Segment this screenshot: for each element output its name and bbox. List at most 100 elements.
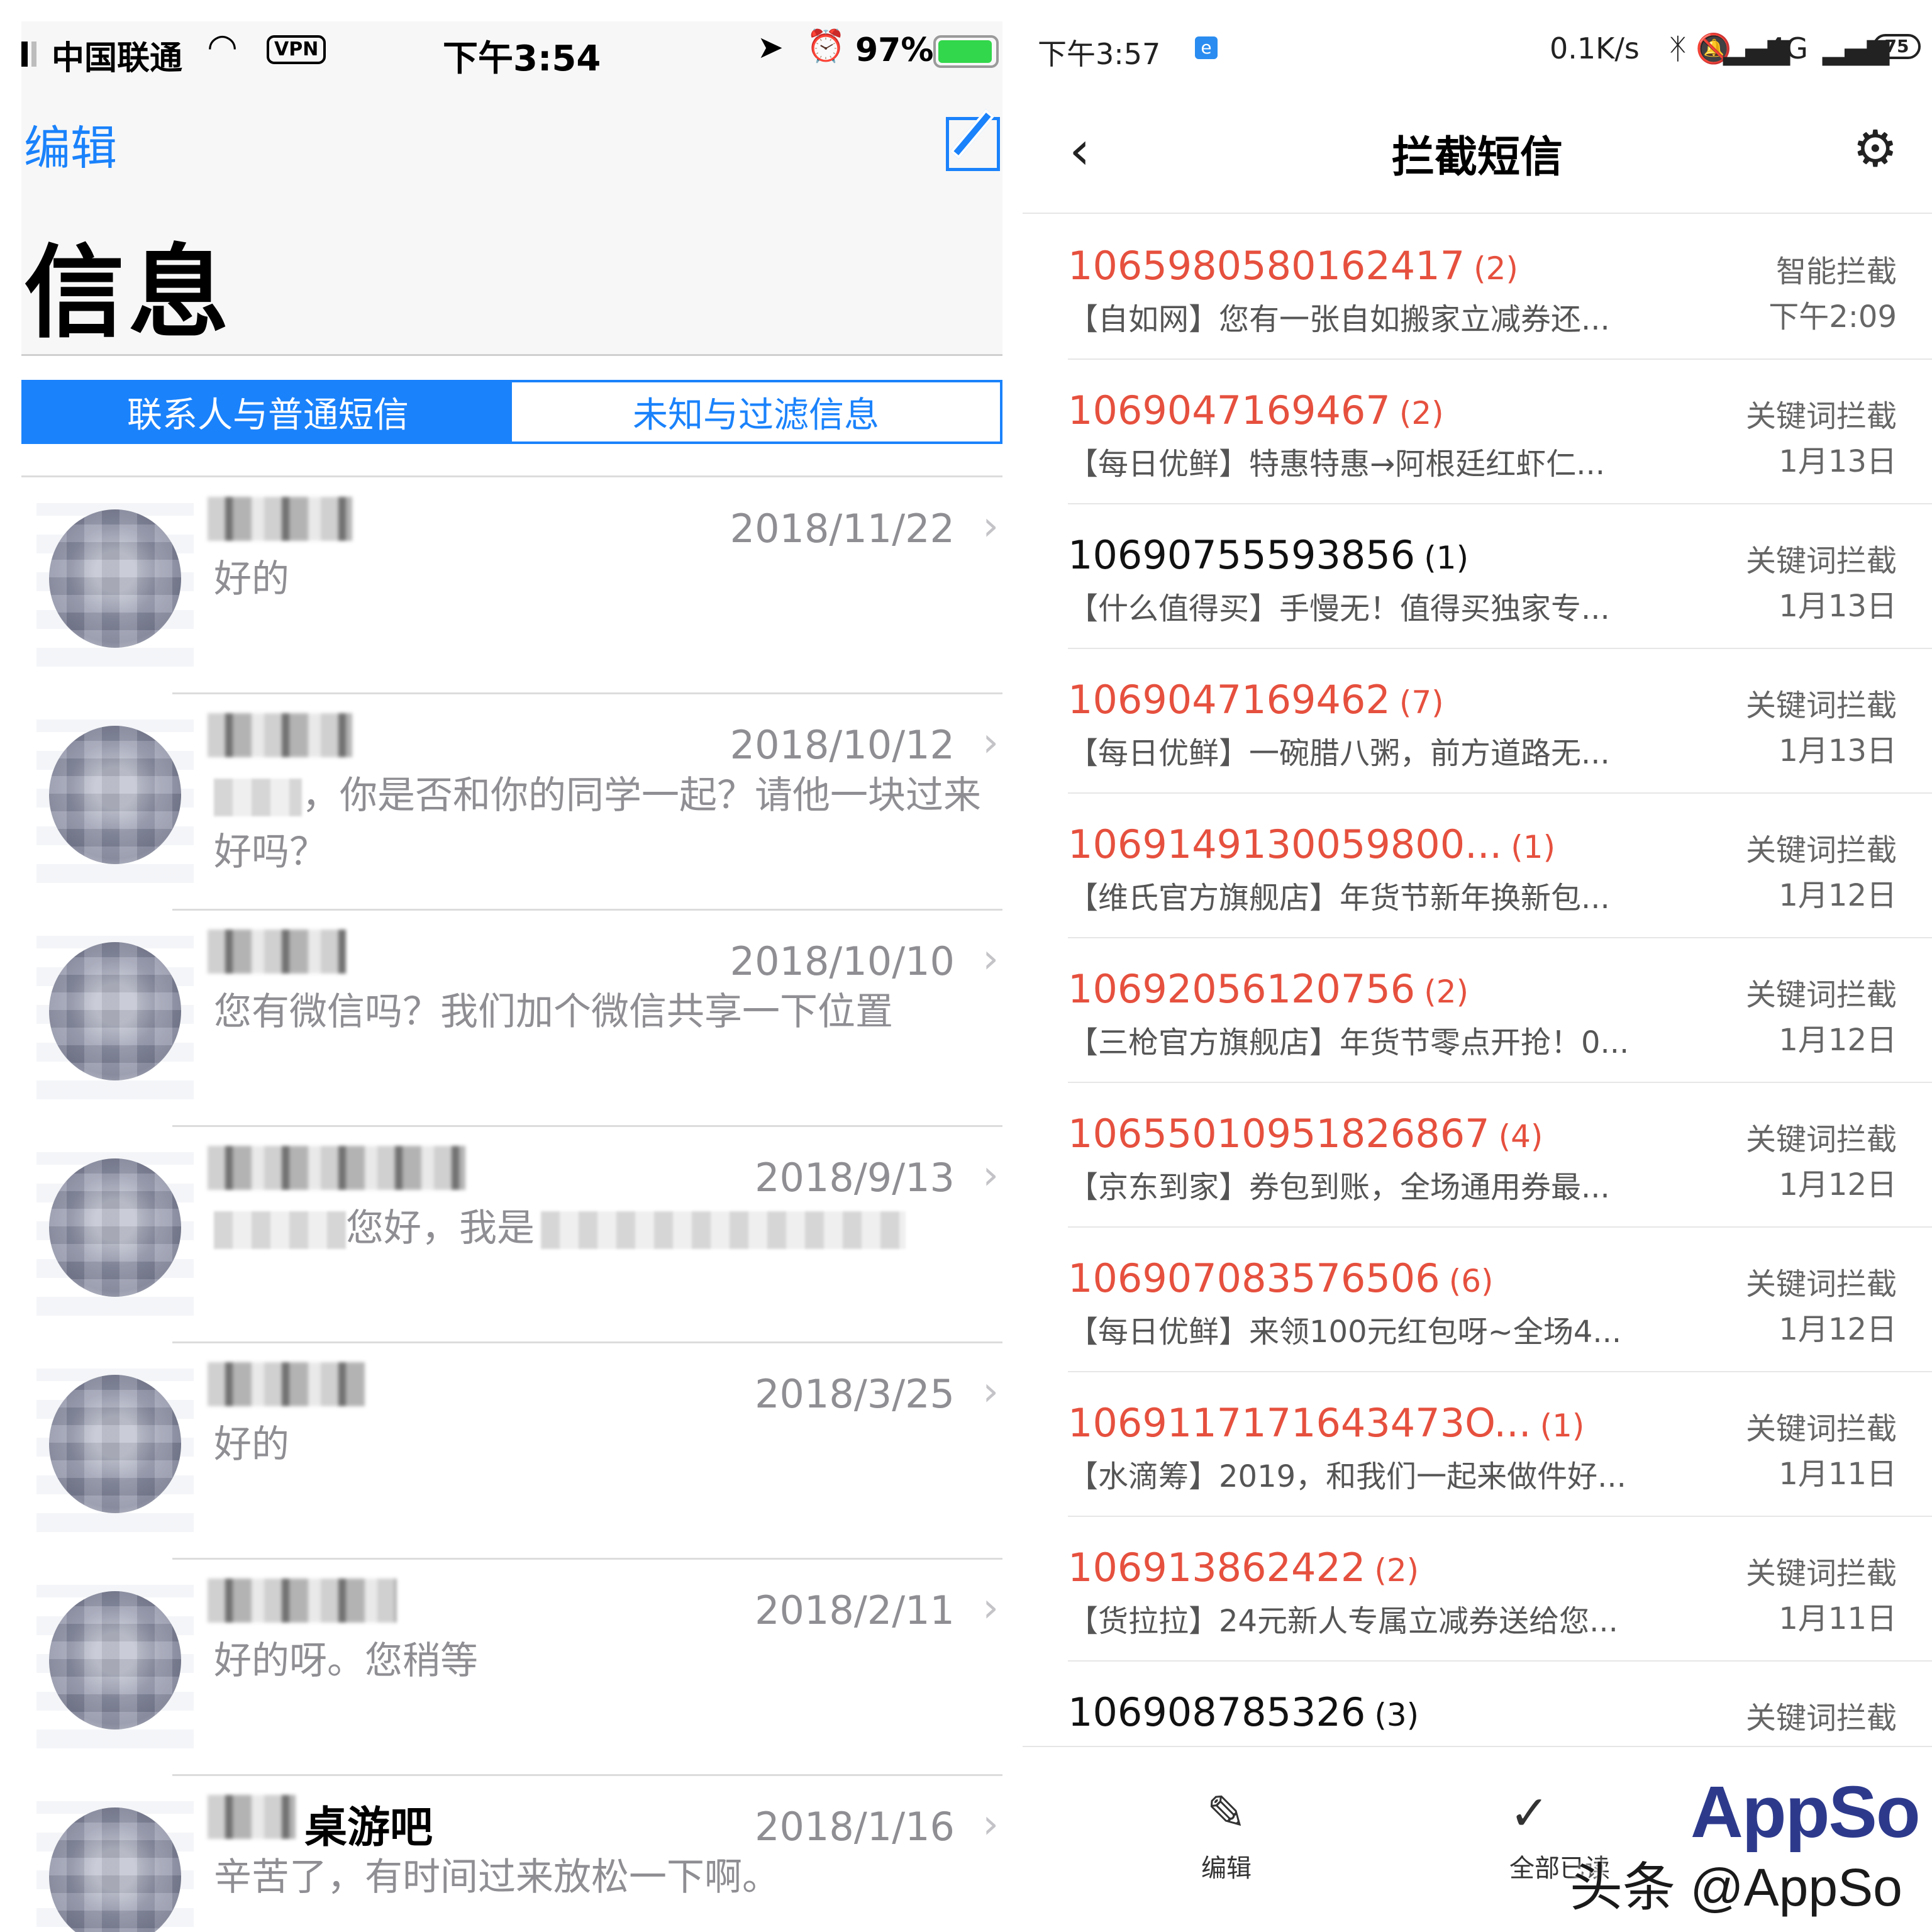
edit-button[interactable]: ✎ 编辑: [1182, 1785, 1270, 1884]
cell-signal-icon: [21, 42, 28, 67]
chevron-right-icon: ›: [982, 1585, 999, 1631]
received-time: 下午2:09: [1768, 299, 1897, 335]
sender-number-text: 106913862422: [1068, 1545, 1366, 1591]
redacted-contact-name: [208, 930, 346, 974]
net-speed: 0.1K/s: [1550, 31, 1640, 65]
message-snippet: 【每日优鲜】特惠特惠→阿根廷红虾仁...: [1068, 447, 1605, 482]
blocked-sms-item[interactable]: 10692056120756 (2) 【三枪官方旗舰店】年货节零点开抢！0... 关键…: [1068, 938, 1932, 1083]
received-time: 1月12日: [1779, 878, 1897, 913]
chevron-right-icon: ›: [982, 1152, 999, 1199]
received-time: 1月13日: [1779, 733, 1897, 769]
blocked-sms-item[interactable]: 10655010951826867 (4) 【京东到家】券包到账，全场通用券最...…: [1068, 1083, 1932, 1228]
message-count: (3): [1374, 1697, 1419, 1733]
sender-number: 10655010951826867 (4): [1068, 1111, 1543, 1157]
vpn-badge: VPN: [267, 35, 326, 64]
redacted-contact-name: [208, 1579, 396, 1623]
check-icon: ✓: [1509, 1785, 1550, 1841]
blocked-sms-item[interactable]: 10690755593856 (1) 【什么值得买】手慢无！值得买独家专... 关键词…: [1068, 504, 1932, 649]
block-reason: 关键词拦截: [1745, 1701, 1897, 1736]
avatar: [36, 1585, 194, 1748]
redacted-contact-name: [208, 1362, 365, 1406]
filter-segmented-control: 联系人与普通短信 未知与过滤信息: [21, 380, 1002, 444]
conversation-row[interactable]: 2018/10/12 › ，你是否和你的同学一起？请他一块过来好吗？: [21, 694, 1002, 911]
conversation-row[interactable]: 桌游吧 2018/1/16 › 辛苦了，有时间过来放松一下啊。: [21, 1776, 1002, 1932]
block-reason: 关键词拦截: [1745, 1411, 1897, 1446]
message-count: (2): [1399, 395, 1444, 431]
conversation-date: 2018/10/12: [730, 722, 955, 768]
sender-number-text: 1069117171643473O...: [1068, 1400, 1531, 1446]
received-time: 1月11日: [1779, 1457, 1897, 1492]
conversation-preview: 您有微信吗？我们加个微信共享一下位置: [214, 990, 893, 1034]
conversation-preview: 好的: [214, 557, 289, 601]
avatar: [36, 936, 194, 1099]
sender-number: 1069117171643473O... (1): [1068, 1400, 1584, 1446]
edit-button[interactable]: 编辑: [24, 111, 117, 178]
battery-icon: 75: [1873, 34, 1921, 59]
tab-unknown-filtered[interactable]: 未知与过滤信息: [512, 382, 1000, 441]
conversation-preview: 好的: [214, 1423, 289, 1467]
location-arrow-icon: ➤: [757, 29, 784, 65]
nav-bar: ‹ 拦截短信 ⚙: [1023, 94, 1932, 214]
tab-contacts-sms[interactable]: 联系人与普通短信: [24, 382, 512, 441]
block-reason: 关键词拦截: [1745, 399, 1897, 434]
conversation-row[interactable]: 2018/2/11 › 好的呀。您稍等: [21, 1560, 1002, 1776]
redacted-text: [214, 779, 302, 817]
page-title: 拦截短信: [1391, 133, 1563, 182]
sender-number: 106908785326 (3): [1068, 1689, 1419, 1735]
conversation-preview: 辛苦了，有时间过来放松一下啊。: [214, 1855, 780, 1899]
received-time: 1月11日: [1779, 1601, 1897, 1636]
sender-number-text: 10655010951826867: [1068, 1111, 1490, 1157]
bottom-toolbar: ✎ 编辑 ✓ 全部已读 AppSo 头条 @AppSo: [1023, 1746, 1932, 1932]
message-count: (1): [1540, 1407, 1585, 1444]
android-status-bar: 下午3:57 e 0.1K/s ᛡ 🔕 ▂▄▆ 4G ▂▄▆ 75: [1038, 31, 1921, 71]
conversation-row[interactable]: 2018/9/13 › 您好，我是: [21, 1127, 1002, 1343]
conversation-row[interactable]: 2018/3/25 › 好的: [21, 1343, 1002, 1560]
battery-fill: [938, 40, 992, 63]
avatar: [36, 1152, 194, 1316]
redacted-text: [214, 1211, 346, 1250]
blocked-sms-item[interactable]: 1069149130059800... (1) 【维氏官方旗舰店】年货节新年换新包.…: [1068, 794, 1932, 938]
compose-icon[interactable]: [946, 117, 1000, 171]
redacted-contact-name: [208, 1795, 296, 1839]
page-title: 信息: [24, 234, 233, 352]
status-time: 下午3:57: [1038, 37, 1161, 71]
chevron-right-icon: ›: [982, 936, 999, 982]
blocked-sms-item[interactable]: 106913862422 (2) 【货拉拉】24元新人专属立减券送给您... 关键词拦…: [1068, 1517, 1932, 1662]
conversation-row[interactable]: 2018/11/22 › 好的: [21, 478, 1002, 694]
redacted-contact-name: [208, 1146, 465, 1190]
message-count: (7): [1399, 684, 1444, 721]
sender-number: 10690755593856 (1): [1068, 532, 1468, 578]
received-time: 1月12日: [1779, 1023, 1897, 1058]
conversation-row[interactable]: 2018/10/10 › 您有微信吗？我们加个微信共享一下位置: [21, 911, 1002, 1127]
message-count: (2): [1374, 1552, 1419, 1589]
messages-header: 编辑 信息: [21, 79, 1002, 356]
sender-number-text: 10690755593856: [1068, 532, 1416, 578]
blocked-sms-list: 1065980580162417 (2) 【自如网】您有一张自如搬家立减券还... 智…: [1068, 215, 1932, 1806]
redacted-contact-name: [208, 713, 352, 757]
watermark: 头条 @AppSo: [1570, 1858, 1902, 1917]
message-snippet: 【什么值得买】手慢无！值得买独家专...: [1068, 591, 1610, 626]
cell-signal-weak-icon: [31, 42, 36, 67]
battery-icon: [933, 35, 999, 68]
app-notification-icon: e: [1195, 36, 1218, 59]
message-count: (1): [1511, 829, 1556, 865]
avatar: [36, 1801, 194, 1932]
message-snippet: 【货拉拉】24元新人专属立减券送给您...: [1068, 1604, 1618, 1639]
sender-number-text: 1069149130059800...: [1068, 821, 1502, 867]
blocked-sms-item[interactable]: 1069117171643473O... (1) 【水滴筹】2019，和我们一起来做…: [1068, 1372, 1932, 1517]
chevron-right-icon: ›: [982, 1368, 999, 1415]
redacted-text: [541, 1211, 906, 1250]
gear-icon[interactable]: ⚙: [1853, 119, 1898, 178]
sender-number-text: 1069047169462: [1068, 677, 1391, 723]
block-reason: 关键词拦截: [1745, 1556, 1897, 1591]
block-reason: 关键词拦截: [1745, 1122, 1897, 1157]
conversation-preview: ，你是否和你的同学一起？请他一块过来好吗？: [214, 767, 994, 880]
chevron-right-icon: ›: [982, 503, 999, 550]
blocked-sms-item[interactable]: 1069047169462 (7) 【每日优鲜】一碗腊八粥，前方道路无... 关键词拦…: [1068, 649, 1932, 794]
message-count: (2): [1474, 250, 1518, 287]
chevron-right-icon: ›: [982, 1801, 999, 1848]
blocked-sms-item[interactable]: 1069047169467 (2) 【每日优鲜】特惠特惠→阿根廷红虾仁... 关键词拦…: [1068, 360, 1932, 504]
blocked-sms-item[interactable]: 1065980580162417 (2) 【自如网】您有一张自如搬家立减券还... 智…: [1068, 215, 1932, 360]
blocked-sms-item[interactable]: 106907083576506 (6) 【每日优鲜】来领100元红包呀~全场4...…: [1068, 1228, 1932, 1372]
received-time: 1月12日: [1779, 1312, 1897, 1347]
